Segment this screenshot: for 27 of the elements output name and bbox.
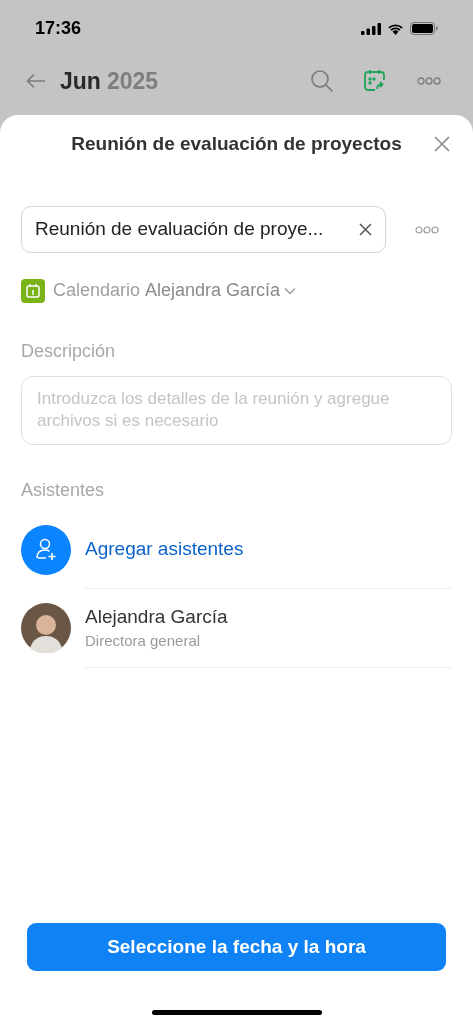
close-icon[interactable] — [434, 136, 450, 152]
search-icon[interactable] — [310, 69, 334, 93]
add-attendees-link[interactable]: Agregar asistentes — [85, 535, 244, 564]
clear-icon[interactable] — [359, 223, 372, 236]
add-person-icon[interactable] — [21, 524, 71, 575]
more-icon[interactable] — [415, 225, 439, 234]
signal-icon — [361, 22, 381, 35]
avatar-icon — [21, 603, 71, 653]
month-label: Jun — [60, 66, 101, 96]
chevron-down-icon — [284, 286, 297, 295]
year-label: 2025 — [106, 66, 159, 96]
description-field[interactable]: Introduzca los detalles de la reunión y agregue archivos si es necesario — [21, 376, 452, 445]
attendee-role: Directora general — [85, 631, 202, 651]
calendar-share-icon[interactable] — [363, 69, 387, 93]
title-input-field[interactable]: Reunión de evaluación de proye... — [21, 206, 386, 253]
description-label: Descripción — [21, 340, 117, 363]
status-time: 17:36 — [35, 17, 82, 40]
battery-icon — [410, 22, 438, 35]
sheet-title: Reunión de evaluación de proyectos — [71, 131, 402, 156]
calendar-selector[interactable]: Calendario Alejandra García — [53, 277, 297, 304]
select-date-button[interactable]: Seleccione la fecha y la hora — [27, 923, 446, 971]
wifi-icon — [387, 22, 404, 35]
back-arrow-icon[interactable] — [26, 73, 46, 89]
more-icon[interactable] — [417, 77, 441, 85]
attendees-label: Asistentes — [21, 479, 106, 502]
calendar-icon — [21, 278, 45, 303]
attendee-name: Alejandra García — [85, 605, 228, 629]
